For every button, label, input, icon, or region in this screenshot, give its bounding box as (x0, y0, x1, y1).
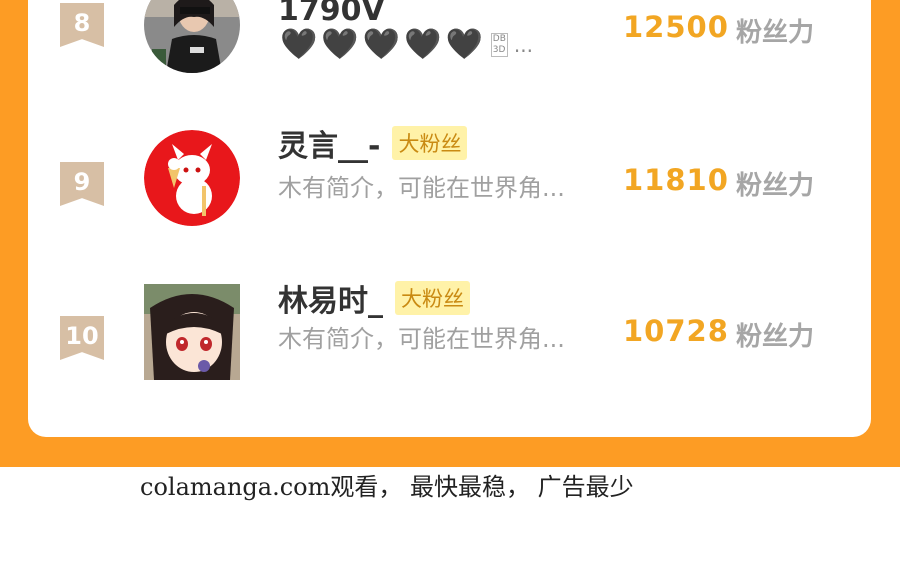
big-fan-badge: 大粉丝 (392, 126, 468, 160)
bio-hearts: 🖤 🖤 🖤 🖤 🖤 DB 3D ... (280, 30, 533, 60)
fan-score: 10728 (623, 314, 729, 348)
black-heart-icon: 🖤 (404, 27, 442, 62)
site-watermark-text: colamanga.com观看， 最快最稳， 广告最少 (140, 473, 634, 501)
ranking-card: 8 1790V 🖤 🖤 🖤 🖤 🖤 DB 3D ... 12500 粉丝力 9 … (28, 0, 871, 437)
fan-score-unit: 粉丝力 (736, 322, 815, 352)
rank-badge: 8 (60, 3, 104, 47)
black-heart-icon: 🖤 (280, 27, 318, 62)
bio-ellipsis: ... (513, 33, 533, 57)
black-heart-icon: 🖤 (445, 27, 483, 62)
avatar[interactable] (144, 0, 240, 73)
tag-icon: DB 3D (490, 33, 508, 57)
avatar[interactable] (144, 130, 240, 226)
rank-badge: 10 (60, 316, 104, 360)
fan-score-unit: 粉丝力 (736, 171, 815, 201)
rank-badge: 9 (60, 162, 104, 206)
username[interactable]: 林易时_ (278, 276, 383, 320)
ranking-row-8[interactable]: 8 1790V 🖤 🖤 🖤 🖤 🖤 DB 3D ... 12500 粉丝力 (28, 0, 871, 80)
avatar[interactable] (144, 284, 240, 380)
username[interactable]: 灵言__- (278, 121, 380, 165)
black-heart-icon: 🖤 (321, 27, 359, 62)
fan-score-unit: 粉丝力 (736, 18, 815, 48)
big-fan-badge: 大粉丝 (395, 281, 470, 315)
ranking-row-10[interactable]: 10 林易时_ 大粉丝 木有简介，可能在世界角... 10728 粉丝力 (28, 281, 871, 393)
ranking-row-9[interactable]: 9 灵言__- 大粉丝 木有简介，可能在世界角... 11810 粉丝力 (28, 126, 871, 240)
username[interactable]: 1790V (278, 0, 385, 28)
black-heart-icon: 🖤 (362, 27, 401, 62)
fan-score: 11810 (623, 163, 729, 197)
fan-score: 12500 (623, 10, 729, 44)
bio-text: 木有简介，可能在世界角... (278, 174, 565, 202)
bio-text: 木有简介，可能在世界角... (278, 325, 565, 353)
